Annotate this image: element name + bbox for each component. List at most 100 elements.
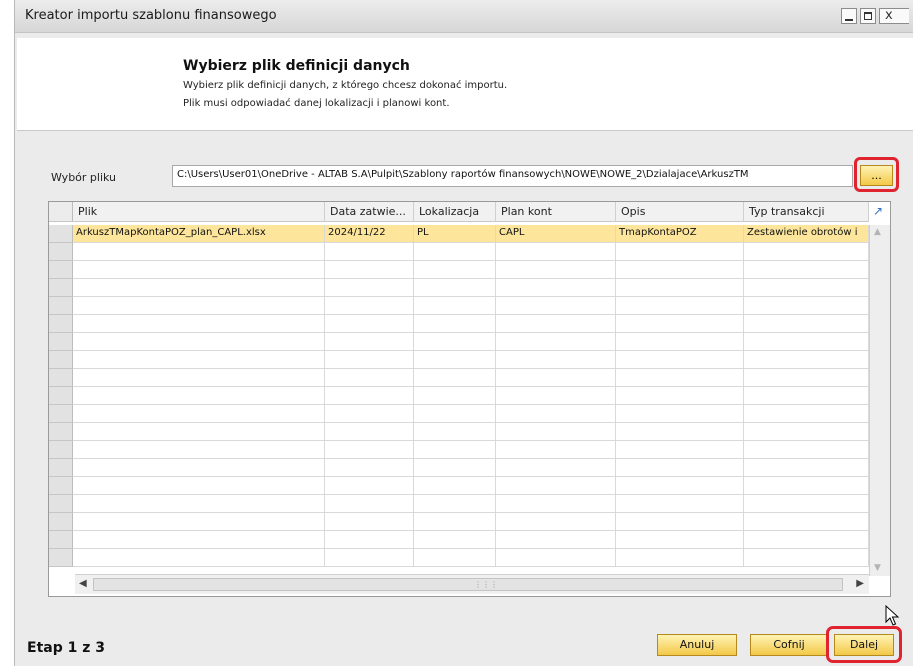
table-cell[interactable] xyxy=(325,405,414,423)
table-cell[interactable] xyxy=(414,351,496,369)
table-cell[interactable] xyxy=(616,279,744,297)
table-cell[interactable] xyxy=(616,441,744,459)
table-cell[interactable] xyxy=(744,513,869,531)
table-cell[interactable] xyxy=(744,351,869,369)
table-cell[interactable] xyxy=(73,351,325,369)
table-cell[interactable] xyxy=(496,279,616,297)
row-header[interactable] xyxy=(49,279,73,297)
row-header[interactable] xyxy=(49,423,73,441)
scroll-up-icon[interactable]: ▲ xyxy=(874,227,881,237)
maximize-icon[interactable] xyxy=(860,8,876,24)
table-cell[interactable] xyxy=(414,423,496,441)
table-cell[interactable] xyxy=(616,297,744,315)
table-cell[interactable] xyxy=(744,423,869,441)
close-button[interactable]: x xyxy=(879,8,909,24)
row-header[interactable] xyxy=(49,531,73,549)
row-header[interactable] xyxy=(49,261,73,279)
table-cell[interactable] xyxy=(496,297,616,315)
column-header-date[interactable]: Data zatwie... xyxy=(325,202,414,222)
table-cell[interactable] xyxy=(616,351,744,369)
table-cell[interactable] xyxy=(744,261,869,279)
table-cell[interactable] xyxy=(414,369,496,387)
table-cell[interactable] xyxy=(73,297,325,315)
table-cell[interactable] xyxy=(616,243,744,261)
table-cell[interactable] xyxy=(744,531,869,549)
table-cell[interactable] xyxy=(414,315,496,333)
table-cell[interactable] xyxy=(616,315,744,333)
table-cell[interactable] xyxy=(325,423,414,441)
table-cell[interactable] xyxy=(73,441,325,459)
table-cell[interactable] xyxy=(616,333,744,351)
table-cell[interactable] xyxy=(496,459,616,477)
table-cell[interactable] xyxy=(496,405,616,423)
table-cell[interactable] xyxy=(616,405,744,423)
table-cell[interactable] xyxy=(616,477,744,495)
row-header[interactable] xyxy=(49,369,73,387)
row-header[interactable] xyxy=(49,351,73,369)
table-cell[interactable] xyxy=(73,459,325,477)
table-cell[interactable] xyxy=(414,333,496,351)
table-cell[interactable] xyxy=(414,495,496,513)
table-cell[interactable] xyxy=(325,261,414,279)
table-cell[interactable] xyxy=(73,405,325,423)
table-cell[interactable] xyxy=(744,333,869,351)
table-cell[interactable] xyxy=(414,549,496,567)
horizontal-scrollbar[interactable]: ◀ ⋮⋮⋮ ▶ xyxy=(75,574,869,594)
browse-button[interactable]: ... xyxy=(860,165,893,186)
table-cell[interactable] xyxy=(325,549,414,567)
table-cell[interactable] xyxy=(414,387,496,405)
table-cell[interactable] xyxy=(73,495,325,513)
table-cell[interactable] xyxy=(616,513,744,531)
table-cell[interactable] xyxy=(616,495,744,513)
cancel-button[interactable]: Anuluj xyxy=(657,634,737,656)
table-cell[interactable] xyxy=(616,369,744,387)
table-cell-location[interactable]: PL xyxy=(414,225,496,243)
table-cell[interactable] xyxy=(414,405,496,423)
column-header-location[interactable]: Lokalizacja xyxy=(414,202,496,222)
table-cell[interactable] xyxy=(325,387,414,405)
table-cell[interactable] xyxy=(325,495,414,513)
table-cell[interactable] xyxy=(325,279,414,297)
table-cell[interactable] xyxy=(744,387,869,405)
table-cell[interactable] xyxy=(414,441,496,459)
row-header[interactable] xyxy=(49,405,73,423)
column-header-chart-of-accounts[interactable]: Plan kont xyxy=(496,202,616,222)
table-cell[interactable] xyxy=(73,387,325,405)
table-cell[interactable] xyxy=(744,459,869,477)
scroll-left-icon[interactable]: ◀ xyxy=(79,578,87,589)
expand-icon[interactable]: ↗ xyxy=(871,204,885,218)
table-cell[interactable] xyxy=(73,549,325,567)
table-cell[interactable] xyxy=(325,351,414,369)
table-cell-date[interactable]: 2024/11/22 xyxy=(325,225,414,243)
row-header[interactable] xyxy=(49,549,73,567)
table-cell[interactable] xyxy=(73,333,325,351)
table-cell[interactable] xyxy=(616,423,744,441)
table-cell-file[interactable]: ArkuszTMapKontaPOZ_plan_CAPL.xlsx xyxy=(73,225,325,243)
row-header[interactable] xyxy=(49,333,73,351)
table-cell[interactable] xyxy=(496,495,616,513)
table-cell[interactable] xyxy=(325,531,414,549)
table-cell[interactable] xyxy=(496,531,616,549)
table-cell[interactable] xyxy=(73,531,325,549)
table-cell[interactable] xyxy=(496,387,616,405)
row-header[interactable] xyxy=(49,459,73,477)
table-cell[interactable] xyxy=(744,369,869,387)
table-cell[interactable] xyxy=(325,513,414,531)
table-cell[interactable] xyxy=(496,423,616,441)
table-cell[interactable] xyxy=(616,261,744,279)
table-cell[interactable] xyxy=(414,513,496,531)
table-cell[interactable] xyxy=(496,369,616,387)
vertical-scrollbar[interactable]: ▲ ▼ xyxy=(869,225,890,576)
table-cell[interactable] xyxy=(744,315,869,333)
table-cell[interactable] xyxy=(496,243,616,261)
next-button[interactable]: Dalej xyxy=(834,634,894,656)
table-cell[interactable] xyxy=(616,531,744,549)
minimize-icon[interactable] xyxy=(841,8,857,24)
table-cell[interactable] xyxy=(496,513,616,531)
table-cell[interactable] xyxy=(414,477,496,495)
table-cell[interactable] xyxy=(414,297,496,315)
scroll-down-icon[interactable]: ▼ xyxy=(874,563,881,573)
table-cell[interactable] xyxy=(744,477,869,495)
row-header[interactable] xyxy=(49,243,73,261)
scroll-right-icon[interactable]: ▶ xyxy=(856,578,864,589)
